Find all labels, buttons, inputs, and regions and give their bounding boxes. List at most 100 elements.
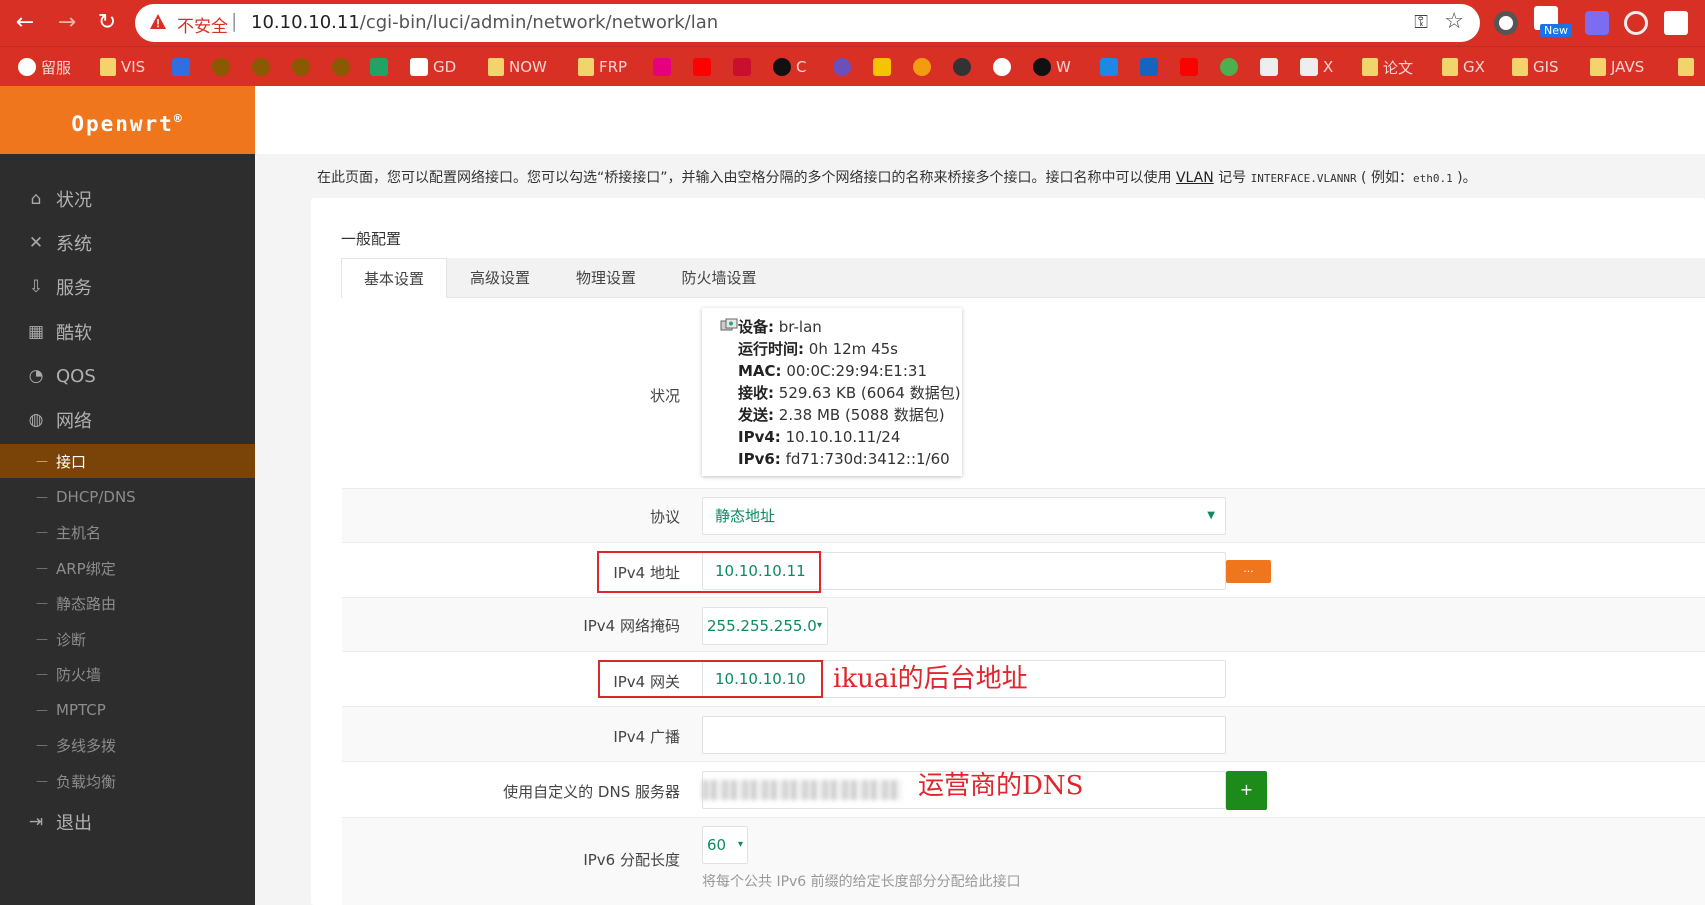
dns-label: 使用自定义的 DNS 服务器 bbox=[503, 783, 680, 801]
status-label: 状况 bbox=[649, 387, 680, 405]
bookmark-icon[interactable] bbox=[1260, 55, 1278, 79]
sidebar-item-logout[interactable]: ⇥ 退出 bbox=[0, 800, 255, 844]
logout-icon: ⇥ bbox=[28, 812, 44, 832]
bookmark-icon[interactable] bbox=[1100, 55, 1118, 79]
address-bar[interactable]: 不安全 | 10.10.10.11/cgi-bin/luci/admin/net… bbox=[135, 4, 1480, 42]
reload-icon[interactable]: ↻ bbox=[92, 8, 122, 38]
ipv4-address-more-button[interactable]: ... bbox=[1226, 560, 1271, 583]
bookmark-item[interactable]: X bbox=[1300, 55, 1333, 79]
bookmark-icon[interactable] bbox=[733, 55, 751, 79]
home-icon: ⌂ bbox=[30, 189, 42, 209]
bookmark-icon[interactable] bbox=[653, 55, 671, 79]
bookmark-icon[interactable] bbox=[1140, 55, 1158, 79]
ipv6-length-select[interactable]: 60 ▾ bbox=[702, 826, 748, 864]
bookmark-item[interactable]: NOW bbox=[488, 55, 547, 79]
status-mac: MAC: 00:0C:29:94:E1:31 bbox=[738, 362, 927, 380]
status-panel: 设备: br-lan 运行时间: 0h 12m 45s MAC: 00:0C:2… bbox=[702, 308, 962, 476]
section-title: 一般配置 bbox=[341, 230, 402, 248]
sidebar-item-status[interactable]: ⌂ 状况 bbox=[0, 177, 255, 221]
bookmark-item[interactable]: FRP bbox=[578, 55, 627, 79]
protocol-select[interactable]: 静态地址 ▼ bbox=[702, 497, 1226, 535]
warning-icon bbox=[150, 14, 166, 29]
bookmark-circle-icon[interactable] bbox=[212, 55, 230, 79]
bookmarks-bar: 留服 VIS GD NOW FRP C W X 论文 GX GIS JAVS bbox=[0, 46, 1705, 86]
bookmark-item[interactable]: VIS bbox=[100, 55, 145, 79]
sidebar-sub-hostnames[interactable]: — 主机名 bbox=[0, 515, 255, 549]
extension-share-icon[interactable] bbox=[1664, 11, 1688, 35]
forward-icon[interactable]: → bbox=[52, 8, 82, 38]
sidebar-sub-static-routes[interactable]: — 静态路由 bbox=[0, 586, 255, 620]
broadcast-label: IPv4 广播 bbox=[613, 728, 680, 746]
bookmark-github-icon[interactable]: C bbox=[773, 55, 806, 79]
bookmark-item[interactable] bbox=[1678, 55, 1694, 79]
netmask-select[interactable]: 255.255.255.0 ▾ bbox=[702, 607, 828, 645]
dns-add-button[interactable]: + bbox=[1226, 771, 1267, 810]
tab-basic[interactable]: 基本设置 bbox=[341, 258, 447, 298]
back-icon[interactable]: ← bbox=[10, 8, 40, 38]
sidebar-item-system[interactable]: ✕ 系统 bbox=[0, 221, 255, 265]
sidebar-sub-load-balance[interactable]: — 负载均衡 bbox=[0, 764, 255, 798]
browser-toolbar: ← → ↻ 不安全 | 10.10.10.11/cgi-bin/luci/adm… bbox=[0, 0, 1705, 46]
sidebar-sub-mptcp[interactable]: — MPTCP bbox=[0, 693, 255, 727]
status-rx: 接收: 529.63 KB (6064 数据包) bbox=[738, 384, 961, 402]
bookmark-icon[interactable] bbox=[953, 55, 971, 79]
bookmark-dropbox-icon[interactable] bbox=[172, 55, 190, 79]
bookmark-item[interactable]: JAVS bbox=[1590, 55, 1644, 79]
ipv6-length-label: IPv6 分配长度 bbox=[583, 851, 680, 869]
bookmark-star-icon[interactable]: ☆ bbox=[1444, 9, 1464, 34]
status-row bbox=[342, 298, 1705, 489]
sidebar-sub-multiwan[interactable]: — 多线多拨 bbox=[0, 728, 255, 762]
bookmark-item[interactable]: GD bbox=[410, 55, 456, 79]
key-icon[interactable]: ⚿ bbox=[1414, 12, 1428, 33]
bookmark-chrome-icon[interactable] bbox=[1220, 55, 1238, 79]
insecure-label: 不安全 bbox=[177, 17, 228, 37]
netmask-label: IPv4 网络掩码 bbox=[583, 617, 680, 635]
bookmark-r-icon[interactable] bbox=[370, 55, 388, 79]
sidebar-sub-arp[interactable]: — ARP绑定 bbox=[0, 551, 255, 585]
bookmark-item[interactable]: 留服 bbox=[18, 55, 71, 79]
protocol-label: 协议 bbox=[649, 508, 680, 526]
bookmark-item[interactable]: W bbox=[1033, 55, 1071, 79]
globe-icon: ◍ bbox=[28, 410, 44, 430]
sidebar-sub-interfaces[interactable]: — 接口 bbox=[0, 444, 255, 478]
bookmark-circle-icon[interactable] bbox=[332, 55, 350, 79]
bookmark-circle-icon[interactable] bbox=[292, 55, 310, 79]
bookmark-icon[interactable] bbox=[1180, 55, 1198, 79]
brand-logo[interactable]: Openwrt® bbox=[0, 86, 255, 154]
extension-ring-icon[interactable] bbox=[1624, 11, 1648, 35]
url-text[interactable]: 10.10.10.11/cgi-bin/luci/admin/network/n… bbox=[251, 12, 718, 33]
redacted-dns-value bbox=[702, 780, 902, 800]
chevron-down-icon: ▾ bbox=[737, 839, 743, 850]
tab-advanced[interactable]: 高级设置 bbox=[447, 258, 553, 298]
extension-icon[interactable] bbox=[1494, 11, 1518, 35]
broadcast-input[interactable] bbox=[702, 716, 1226, 754]
status-device: 设备: br-lan bbox=[738, 318, 822, 336]
chevron-down-icon: ▾ bbox=[816, 620, 822, 631]
annotation-dns-note: 运营商的DNS bbox=[918, 771, 1084, 801]
bookmark-circle-icon[interactable] bbox=[252, 55, 270, 79]
annotation-box-ipv4 bbox=[597, 551, 821, 593]
new-badge: New bbox=[1540, 24, 1572, 37]
calendar-icon: ▦ bbox=[27, 322, 45, 342]
tab-firewall[interactable]: 防火墙设置 bbox=[659, 258, 779, 298]
vlan-link[interactable]: VLAN bbox=[1176, 170, 1214, 186]
bookmark-icon[interactable] bbox=[833, 55, 851, 79]
sidebar-item-services[interactable]: ⇩ 服务 bbox=[0, 265, 255, 309]
tab-physical[interactable]: 物理设置 bbox=[553, 258, 659, 298]
bookmark-icon[interactable] bbox=[913, 55, 931, 79]
sidebar-sub-diagnostics[interactable]: — 诊断 bbox=[0, 622, 255, 656]
extension-r-icon[interactable] bbox=[1585, 11, 1609, 35]
sidebar-sub-firewall[interactable]: — 防火墙 bbox=[0, 657, 255, 691]
page-header bbox=[255, 86, 1705, 154]
sidebar-sub-dhcp-dns[interactable]: — DHCP/DNS bbox=[0, 480, 255, 514]
bookmark-youtube-icon[interactable] bbox=[693, 55, 711, 79]
sidebar-item-software[interactable]: ▦ 酷软 bbox=[0, 310, 255, 354]
sidebar-item-network[interactable]: ◍ 网络 bbox=[0, 398, 255, 442]
bookmark-icon[interactable] bbox=[993, 55, 1011, 79]
sidebar-item-qos[interactable]: ◔ QOS bbox=[0, 354, 255, 398]
bookmark-item[interactable]: GX bbox=[1442, 55, 1485, 79]
bookmark-icon[interactable] bbox=[873, 55, 891, 79]
bookmark-item[interactable]: GIS bbox=[1512, 55, 1559, 79]
bookmark-item[interactable]: 论文 bbox=[1362, 55, 1413, 79]
config-tabs: 基本设置 高级设置 物理设置 防火墙设置 bbox=[341, 258, 1705, 298]
